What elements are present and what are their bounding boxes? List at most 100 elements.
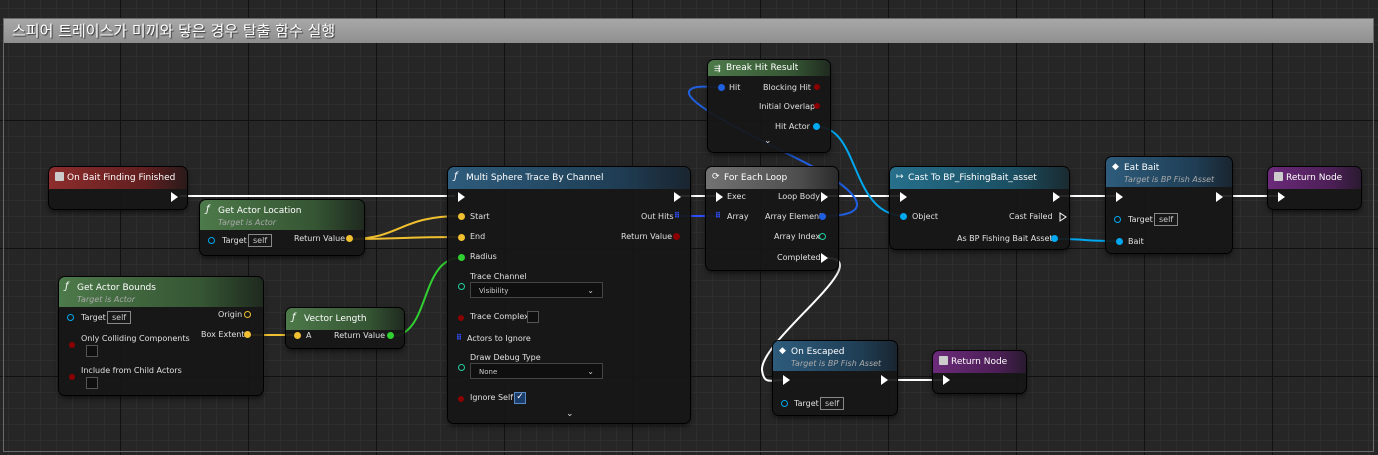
target-self-field[interactable]: self <box>820 397 845 410</box>
target-label: Target <box>794 399 819 408</box>
trace-complex-checkbox[interactable] <box>527 311 539 323</box>
return-value-label: Return Value <box>621 232 673 241</box>
hit-pin[interactable] <box>718 84 725 91</box>
node-title: Return Node <box>1286 173 1343 183</box>
byte-pin[interactable] <box>458 364 465 371</box>
cast-failed-pin[interactable] <box>1053 212 1067 222</box>
node-title: Multi Sphere Trace By Channel <box>466 173 604 183</box>
node-get-actor-location[interactable]: ƒ Get Actor Location Target is Actor Tar… <box>200 200 364 255</box>
node-for-each-loop[interactable]: ⟳ For Each Loop Exec Loop Body ⠿ Array A… <box>706 167 838 270</box>
target-self-field[interactable]: self <box>1154 213 1179 226</box>
node-multi-sphere-trace[interactable]: ƒ Multi Sphere Trace By Channel Start Ou… <box>448 167 690 423</box>
array-pin-icon[interactable]: ⠿ <box>456 333 462 343</box>
bait-label: Bait <box>1128 237 1144 246</box>
return-value-pin[interactable] <box>387 332 394 339</box>
a-pin[interactable] <box>294 332 301 339</box>
byte-pin[interactable] <box>458 283 465 290</box>
initial-overlap-pin[interactable] <box>814 103 820 109</box>
node-header: ƒ Vector Length <box>286 308 404 330</box>
node-header: Return Node <box>1268 167 1361 189</box>
array-pin-icon[interactable]: ⠿ <box>674 211 680 221</box>
bait-pin[interactable] <box>1116 238 1123 245</box>
target-self-field[interactable]: self <box>107 311 132 324</box>
end-label: End <box>470 232 486 241</box>
exec-out-pin[interactable] <box>674 192 681 202</box>
trace-channel-dropdown[interactable]: Visibility ⌄ <box>470 282 603 298</box>
blocking-hit-pin[interactable] <box>814 84 820 90</box>
only-colliding-label: Only Colliding Components <box>81 334 190 343</box>
bool-pin[interactable] <box>69 342 75 348</box>
array-pin-icon[interactable]: ⠿ <box>715 211 721 221</box>
radius-label: Radius <box>470 252 497 261</box>
target-pin[interactable] <box>781 400 788 407</box>
node-vector-length[interactable]: ƒ Vector Length A Return Value <box>286 308 404 348</box>
exec-in-pin[interactable] <box>900 192 907 202</box>
completed-pin[interactable] <box>821 253 828 263</box>
exec-out-pin[interactable] <box>1053 192 1060 202</box>
node-get-actor-bounds[interactable]: ƒ Get Actor Bounds Target is Actor Targe… <box>59 277 263 395</box>
exec-in-pin[interactable] <box>1278 192 1285 202</box>
origin-pin[interactable] <box>244 311 251 318</box>
draw-debug-label: Draw Debug Type <box>470 353 541 362</box>
exec-in-pin[interactable] <box>783 375 790 385</box>
array-element-pin[interactable] <box>819 213 826 220</box>
node-cast-to-fishing-bait[interactable]: ↦ Cast To BP_FishingBait_asset Object Ca… <box>890 167 1069 249</box>
chevron-down-icon[interactable]: ⌄ <box>764 136 772 146</box>
node-subtitle: Target is Actor <box>218 218 277 227</box>
node-eat-bait[interactable]: ◆ Eat Bait Target is BP Fish Asset Targe… <box>1106 157 1232 253</box>
node-title: Break Hit Result <box>726 63 799 73</box>
target-self-field[interactable]: self <box>248 234 273 247</box>
hit-actor-pin[interactable] <box>813 123 820 130</box>
node-title: Return Node <box>951 357 1008 367</box>
exec-out-pin[interactable] <box>881 375 888 385</box>
exec-in-pin[interactable] <box>1116 192 1123 202</box>
as-bait-pin[interactable] <box>1051 235 1058 242</box>
box-extent-label: Box Extent <box>201 330 245 339</box>
end-pin[interactable] <box>458 234 465 241</box>
trace-channel-label: Trace Channel <box>470 272 527 281</box>
exec-out-pin[interactable] <box>1216 192 1223 202</box>
node-subtitle: Target is BP Fish Asset <box>1124 175 1215 184</box>
chevron-down-icon[interactable]: ⌄ <box>566 409 574 419</box>
node-title: On Bait Finding Finished <box>67 173 176 183</box>
return-icon <box>939 356 948 365</box>
bool-pin[interactable] <box>458 396 464 402</box>
loop-body-pin[interactable] <box>821 192 828 202</box>
array-element-label: Array Element <box>765 212 823 221</box>
include-child-checkbox[interactable] <box>86 377 98 389</box>
node-return-2[interactable]: Return Node <box>933 351 1026 393</box>
return-value-label: Return Value <box>334 331 386 340</box>
box-extent-pin[interactable] <box>244 331 251 338</box>
array-index-pin[interactable] <box>819 233 826 240</box>
object-pin[interactable] <box>900 213 907 220</box>
exec-in-pin[interactable] <box>458 192 465 202</box>
blocking-hit-label: Blocking Hit <box>763 83 811 92</box>
draw-debug-dropdown[interactable]: None ⌄ <box>470 363 603 379</box>
exec-in-pin[interactable] <box>943 375 950 385</box>
exec-in-pin[interactable] <box>716 192 723 202</box>
include-child-label: Include from Child Actors <box>81 366 182 375</box>
node-break-hit-result[interactable]: ⇶ Break Hit Result Hit Blocking Hit Init… <box>708 60 830 152</box>
hit-actor-label: Hit Actor <box>775 122 810 131</box>
bool-pin[interactable] <box>458 315 464 321</box>
start-label: Start <box>470 212 490 221</box>
bool-pin[interactable] <box>69 374 75 380</box>
function-icon: ƒ <box>65 281 69 292</box>
event-node-on-bait-finding-finished[interactable]: On Bait Finding Finished <box>49 167 187 209</box>
return-value-pin[interactable] <box>673 233 680 240</box>
node-return-1[interactable]: Return Node <box>1268 167 1361 209</box>
target-pin[interactable] <box>67 314 74 321</box>
node-header: ↦ Cast To BP_FishingBait_asset <box>890 167 1069 189</box>
a-label: A <box>306 331 312 340</box>
start-pin[interactable] <box>458 213 465 220</box>
target-pin[interactable] <box>208 237 215 244</box>
node-on-escaped[interactable]: ◆ On Escaped Target is BP Fish Asset Tar… <box>773 341 897 415</box>
target-pin[interactable] <box>1114 216 1121 223</box>
function-icon: ƒ <box>454 171 458 182</box>
exec-out-pin[interactable] <box>171 192 178 202</box>
as-bait-label: As BP Fishing Bait Asset <box>957 234 1053 243</box>
only-colliding-checkbox[interactable] <box>86 345 98 357</box>
ignore-self-checkbox[interactable]: ✓ <box>514 392 526 404</box>
return-value-pin[interactable] <box>346 235 353 242</box>
radius-pin[interactable] <box>458 254 465 261</box>
